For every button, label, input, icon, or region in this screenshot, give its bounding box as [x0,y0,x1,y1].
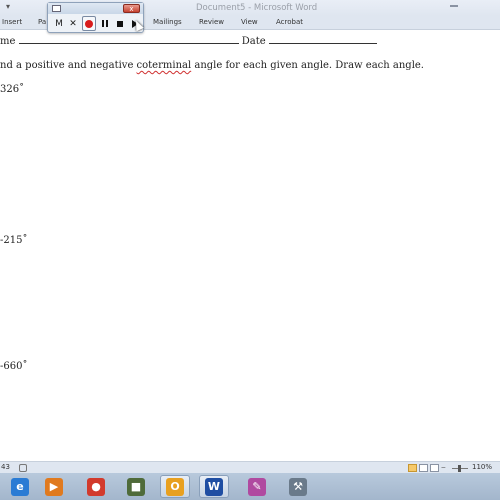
stop-button[interactable] [113,16,127,31]
tab-view[interactable]: View [241,18,258,26]
zoom-level[interactable]: 110% [472,463,492,471]
name-date-line: me Date [0,35,377,47]
pause-button[interactable] [98,16,112,31]
web-layout-view-icon[interactable] [430,464,439,472]
word-icon: W [205,477,223,496]
misspelled-word: coterminal [136,60,192,71]
window-title: Document5 - Microsoft Word [196,3,318,13]
minimize-icon[interactable] [450,5,458,7]
taskbar: e ▶ ● ■ O W ✎ ⚒ [0,473,500,500]
instructions-start: nd a positive and negative [0,60,137,71]
outlook-icon: O [166,477,184,496]
tab-acrobat[interactable]: Acrobat [276,18,303,26]
word-window: ▾ Document5 - Microsoft Word Insert Pa M… [0,0,500,500]
tab-insert[interactable]: Insert [2,18,22,26]
recorder-app-icon [52,5,61,12]
print-layout-view-icon[interactable] [408,464,417,472]
angle-1: 326˚ [0,84,25,95]
angle-2: -215˚ [0,235,28,246]
media-player-icon: ▶ [45,477,63,496]
document-page[interactable]: me Date nd a positive and negative coter… [0,31,500,461]
tab-review[interactable]: Review [199,18,224,26]
zoom-out-icon[interactable]: − [441,463,446,472]
proofing-icon[interactable] [19,464,27,472]
taskbar-item-outlook[interactable]: O [160,475,190,498]
date-label: Date [241,36,266,47]
taskbar-item-ie[interactable]: e [5,475,35,498]
name-blank [18,35,239,44]
name-label: me [0,36,16,47]
taskbar-item-app[interactable]: ■ [121,475,151,498]
recorder-title-bar[interactable]: x [48,3,143,14]
zoom-slider-thumb[interactable] [458,465,461,472]
tools-icon: ⚒ [289,477,307,496]
quick-access-dropdown-icon[interactable]: ▾ [6,2,10,11]
taskbar-item-chrome[interactable]: ● [81,475,111,498]
recorder-close-button[interactable]: x [123,4,140,13]
status-bar: 43 − 110% [0,461,500,473]
word-count[interactable]: 43 [1,463,10,471]
instructions: nd a positive and negative coterminal an… [0,60,424,71]
taskbar-item-media-player[interactable]: ▶ [39,475,69,498]
chrome-icon: ● [87,477,105,496]
angle-3: -660˚ [0,361,28,372]
cancel-button[interactable]: ✕ [66,16,80,31]
tab-mailings[interactable]: Mailings [153,18,182,26]
record-icon [85,19,93,28]
paint-icon: ✎ [248,477,266,496]
markers-button[interactable]: M [52,16,66,31]
taskbar-item-paint[interactable]: ✎ [242,475,272,498]
recorder-toolbar[interactable]: x M ✕ [47,2,144,33]
full-screen-view-icon[interactable] [419,464,428,472]
app-icon: ■ [127,477,145,496]
tab-page-layout[interactable]: Pa [38,18,46,26]
ie-icon: e [11,477,29,496]
taskbar-item-tools[interactable]: ⚒ [283,475,313,498]
taskbar-item-word[interactable]: W [199,475,229,498]
instructions-end: angle for each given angle. Draw each an… [191,60,424,71]
stop-icon [117,20,123,27]
record-button[interactable] [82,16,96,31]
pause-icon [102,20,108,27]
date-blank [268,35,377,44]
